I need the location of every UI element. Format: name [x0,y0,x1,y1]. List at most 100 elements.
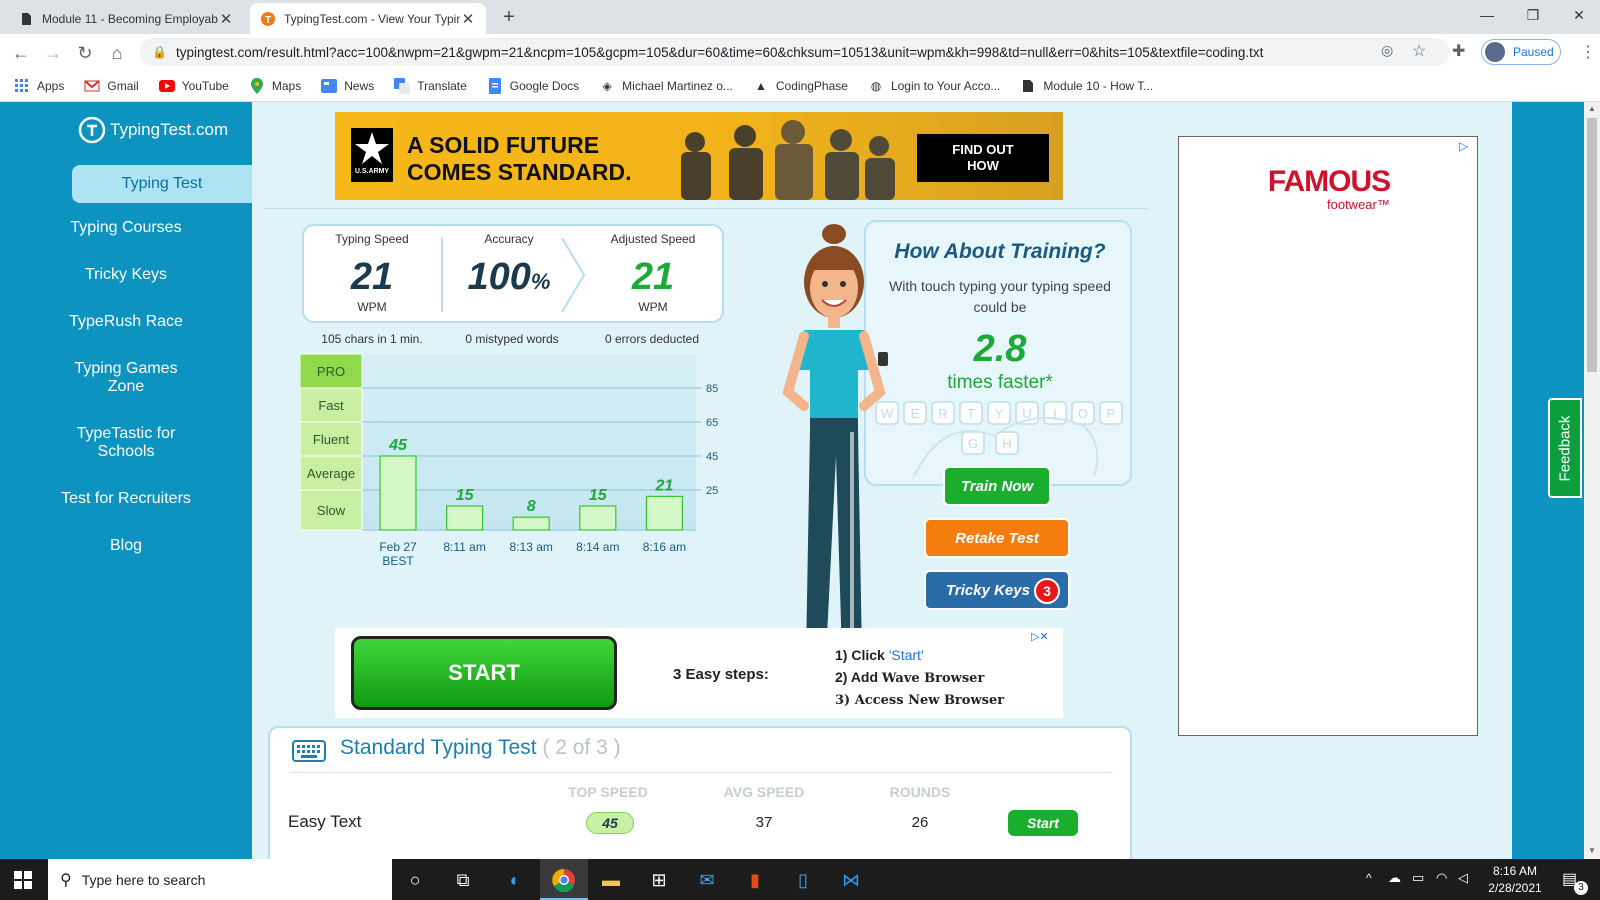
nav-typetastic[interactable]: TypeTastic for Schools [60,425,192,461]
typing-speed-label: Typing Speed [335,232,409,246]
logo-icon [78,116,106,144]
star-icon[interactable]: ☆ [1412,41,1426,61]
task-view-icon[interactable]: ⧉ [450,867,476,893]
translate-icon [394,77,411,94]
office-icon[interactable]: ▮ [742,867,768,893]
chart-threshold-label: 85 [706,383,718,395]
onedrive-icon[interactable]: ☁ [1388,870,1401,886]
bookmark-label: Module 10 - How T... [1043,78,1154,93]
minimize-icon[interactable]: — [1464,0,1510,30]
tricky-keys-button[interactable]: Tricky Keys 3 [924,570,1070,610]
keyboard-key-label: H [1002,436,1011,451]
back-arrow-icon[interactable]: ← [8,40,34,66]
bookmarks-bar: Apps Gmail YouTube Maps News Translate G… [0,70,1600,102]
new-tab-button[interactable]: + [498,6,520,28]
adjusted-speed-unit: WPM [638,300,668,314]
ad-step-text: 1) Click [835,647,889,663]
bookmark-label: News [344,78,375,93]
feedback-tab[interactable]: Feedback [1548,398,1582,498]
ad-close-icon[interactable]: ▷✕ [1031,630,1057,644]
close-icon[interactable]: ✕ [218,10,234,28]
mail-icon[interactable]: ✉ [694,867,720,893]
google-docs-icon [487,77,503,94]
adchoices-icon[interactable]: ▷ [1459,139,1473,153]
close-icon[interactable]: ✕ [460,10,476,28]
bookmark-google-docs[interactable]: Google Docs [487,77,579,94]
logo-text: TypingTest.com [110,120,229,139]
site-logo[interactable]: TypingTest.com [78,116,228,144]
window-close-icon[interactable]: ✕ [1556,0,1600,30]
page-scrollbar[interactable]: ▲ ▼ [1584,102,1600,859]
tab-typingtest[interactable]: T TypingTest.com - View Your Typin ✕ [250,3,486,34]
profile-button[interactable]: Paused [1481,39,1561,65]
menu-dots-icon[interactable]: ⋮ [1580,42,1596,62]
chart-level-label: PRO [317,364,345,379]
training-text: With touch typing your typing speed coul… [889,278,1111,315]
bookmark-michael-martinez[interactable]: ◈ Michael Martinez o... [599,78,733,94]
triangle-icon: ▲ [754,78,767,93]
bookmark-module-10[interactable]: Module 10 - How T... [1020,78,1153,94]
scroll-thumb[interactable] [1587,118,1597,372]
edge-icon[interactable]: ◐ [502,867,528,893]
army-ad-banner[interactable]: U.S.ARMY A SOLID FUTURE COMES STANDARD. … [335,112,1063,200]
retake-test-button[interactable]: Retake Test [924,518,1070,558]
bookmark-maps[interactable]: Maps [249,77,302,94]
forward-arrow-icon[interactable]: → [40,40,66,66]
scroll-down-icon[interactable]: ▼ [1588,846,1596,855]
wave-browser-ad[interactable]: START 3 Easy steps: 1) Click 'Start' 2) … [335,628,1063,718]
home-icon[interactable]: ⌂ [104,40,130,66]
bookmark-apps[interactable]: Apps [14,78,64,94]
cortana-icon[interactable]: ○ [402,867,428,893]
address-bar[interactable]: 🔒 typingtest.com/result.html?acc=100&nwp… [140,38,1450,66]
tab-module-11[interactable]: Module 11 - Becoming Employab ✕ [8,3,244,34]
nav-typing-test[interactable]: Typing Test [72,165,252,203]
train-now-button[interactable]: Train Now [943,466,1051,506]
nav-blog[interactable]: Blog [0,537,252,555]
file-explorer-icon[interactable]: ▬ [598,867,624,893]
restore-icon[interactable]: ❐ [1510,0,1556,30]
standard-test-progress: ( 2 of 3 ) [542,736,621,759]
easy-text-start-button[interactable]: Start [1008,810,1078,836]
nav-typerush-race[interactable]: TypeRush Race [0,313,252,331]
divider [264,208,1148,209]
bookmark-youtube[interactable]: YouTube [158,78,229,94]
accuracy-value: 100% [444,256,574,299]
globe-icon: ◍ [870,78,882,93]
reload-icon[interactable]: ↻ [72,40,98,66]
bookmark-gmail[interactable]: Gmail [84,78,139,94]
taskbar-search-box[interactable]: ⚲ Type here to search [48,859,392,900]
extensions-icon[interactable]: ✚ [1452,41,1465,61]
eye-off-icon[interactable]: ◎ [1381,42,1393,59]
bookmark-codingphase[interactable]: ▲ CodingPhase [753,78,848,94]
battery-icon[interactable]: ▭ [1412,870,1424,886]
bookmark-translate[interactable]: Translate [394,77,467,94]
standard-test-title: Standard Typing Test ( 2 of 3 ) [340,736,621,760]
phone-icon[interactable]: ▯ [790,867,816,893]
wifi-icon[interactable]: ◠ [1436,870,1447,886]
chart-threshold-label: 25 [706,485,718,497]
volume-icon[interactable]: ◁ [1458,870,1468,886]
ad-start-button[interactable]: START [351,636,617,710]
clock[interactable]: 8:16 AM 2/28/2021 [1482,863,1548,897]
search-placeholder: Type here to search [81,871,206,888]
tray-chevron-icon[interactable]: ^ [1366,871,1372,885]
row-easy-text: Easy Text [288,812,362,831]
bookmark-login[interactable]: ◍ Login to Your Acco... [868,78,1001,94]
nav-typing-games-zone[interactable]: Typing Games Zone [60,360,192,396]
keyboard-icon [292,740,326,762]
chrome-taskbar-button[interactable] [540,859,588,900]
bookmark-label: Maps [271,78,302,93]
army-find-out-button[interactable]: FIND OUT HOW [917,134,1049,182]
feedback-label: Feedback [1556,415,1574,481]
store-icon[interactable]: ⊞ [646,867,672,893]
nav-typing-courses[interactable]: Typing Courses [0,219,252,237]
nav-tricky-keys[interactable]: Tricky Keys [0,266,252,284]
nav-test-for-recruiters[interactable]: Test for Recruiters [0,490,252,508]
profile-status: Paused [1513,45,1554,59]
vscode-icon[interactable]: ⋈ [838,867,864,893]
scroll-up-icon[interactable]: ▲ [1588,104,1596,113]
keyboard-key-label: E [911,406,920,421]
bookmark-news[interactable]: News [321,78,374,94]
famous-footwear-ad[interactable]: ▷ FAMOUS footwear™ [1178,136,1478,736]
windows-start-icon[interactable] [10,867,36,893]
